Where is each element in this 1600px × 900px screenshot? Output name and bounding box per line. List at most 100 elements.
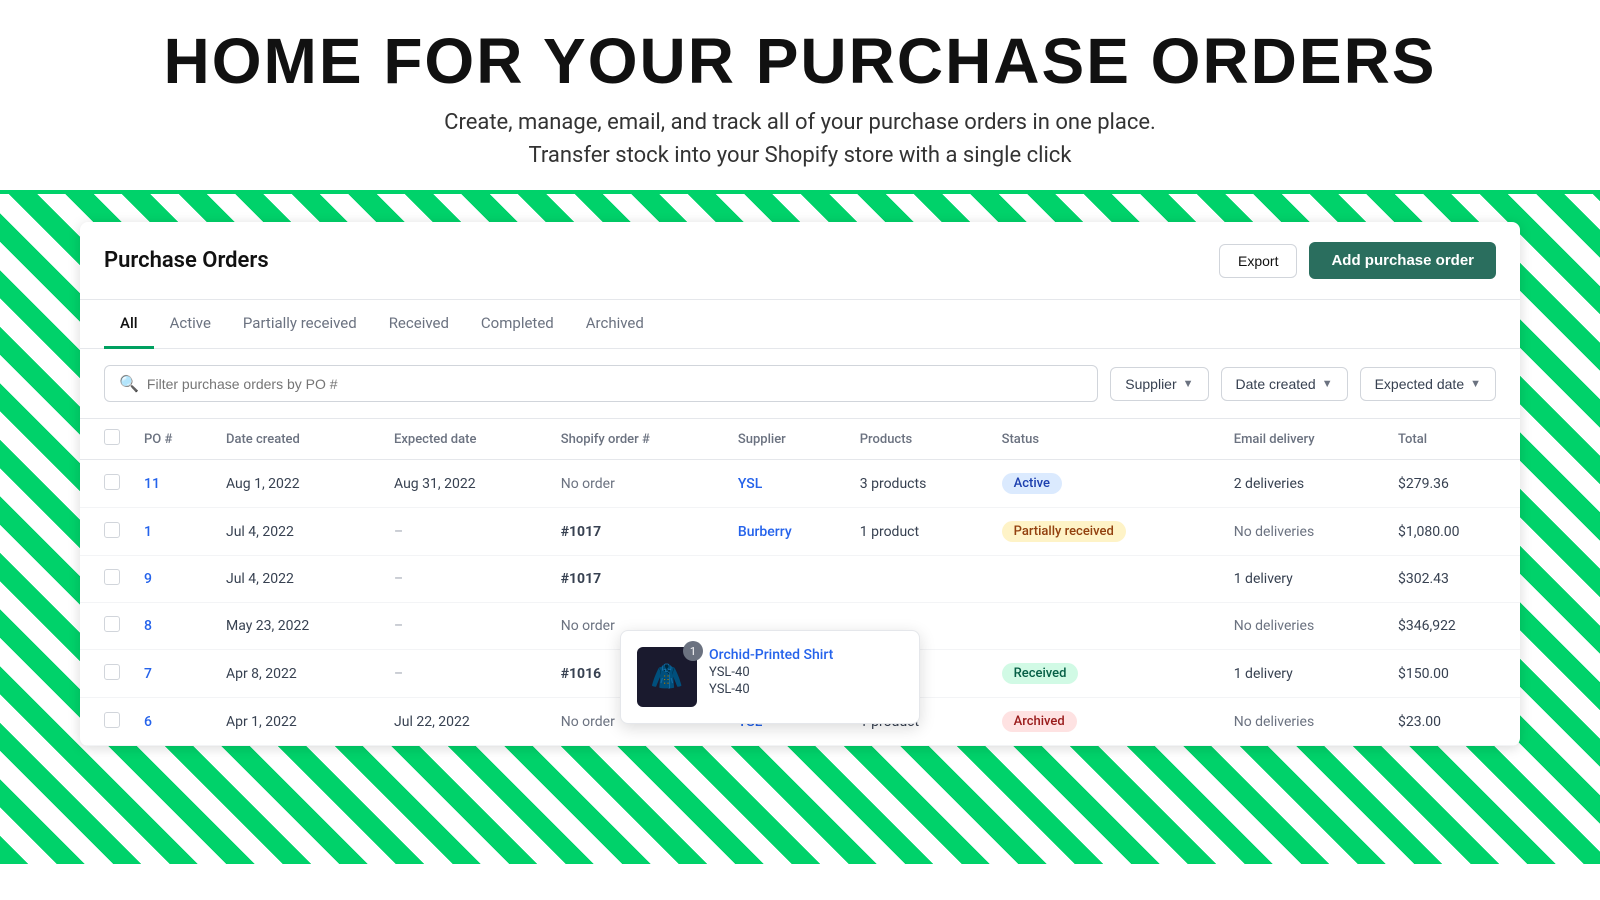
total-cell: $23.00 (1386, 698, 1520, 746)
total-cell: $279.36 (1386, 460, 1520, 508)
product-info: Orchid-Printed Shirt YSL-40 YSL-40 (709, 647, 833, 697)
col-date-created: Date created (214, 419, 382, 460)
row-checkbox-0[interactable] (104, 474, 120, 490)
expected-date-cell: – (382, 603, 549, 650)
search-box: 🔍 (104, 365, 1098, 402)
select-all-checkbox[interactable] (104, 429, 120, 445)
product-variant-2: YSL-40 (709, 682, 833, 697)
col-status: Status (990, 419, 1222, 460)
date-created-filter-button[interactable]: Date created ▼ (1221, 367, 1348, 401)
status-cell: Partially received (990, 508, 1222, 556)
po-link-11[interactable]: 11 (144, 476, 160, 492)
status-cell (990, 556, 1222, 603)
total-cell: $346,922 (1386, 603, 1520, 650)
po-link-8[interactable]: 8 (144, 618, 152, 634)
products-cell: 3 products (848, 460, 990, 508)
banner: HOME FOR YOUR PURCHASE ORDERS Create, ma… (0, 0, 1600, 194)
row-checkbox-1[interactable] (104, 522, 120, 538)
date-created-cell: Apr 1, 2022 (214, 698, 382, 746)
search-icon: 🔍 (119, 374, 139, 393)
panel-title: Purchase Orders (104, 248, 269, 273)
expected-date-filter-button[interactable]: Expected date ▼ (1360, 367, 1496, 401)
expected-date-cell: Aug 31, 2022 (382, 460, 549, 508)
banner-title: HOME FOR YOUR PURCHASE ORDERS (0, 24, 1600, 98)
status-badge: Archived (1002, 711, 1077, 732)
date-created-chevron-icon: ▼ (1322, 378, 1333, 390)
date-created-cell: Aug 1, 2022 (214, 460, 382, 508)
po-link-6[interactable]: 6 (144, 714, 152, 730)
export-button[interactable]: Export (1219, 244, 1297, 278)
shopify-order-cell: #1017 (549, 556, 726, 603)
add-purchase-order-button[interactable]: Add purchase order (1309, 242, 1496, 279)
status-badge: Partially received (1002, 521, 1126, 542)
banner-subtitle: Create, manage, email, and track all of … (0, 106, 1600, 172)
email-delivery-cell: 1 delivery (1222, 650, 1386, 698)
main-wrapper: Purchase Orders Export Add purchase orde… (0, 194, 1600, 864)
products-cell (848, 556, 990, 603)
row-checkbox-5[interactable] (104, 712, 120, 728)
status-badge: Active (1002, 473, 1062, 494)
email-delivery-cell: 2 deliveries (1222, 460, 1386, 508)
status-cell: Active (990, 460, 1222, 508)
supplier-cell: YSL (726, 460, 848, 508)
supplier-link[interactable]: Burberry (738, 524, 792, 540)
row-checkbox-3[interactable] (104, 616, 120, 632)
total-cell: $150.00 (1386, 650, 1520, 698)
email-delivery-cell: No deliveries (1222, 508, 1386, 556)
panel-header: Purchase Orders Export Add purchase orde… (80, 222, 1520, 300)
product-name: Orchid-Printed Shirt (709, 647, 833, 663)
tab-archived[interactable]: Archived (570, 300, 660, 349)
shopify-order-cell: No order (549, 460, 726, 508)
date-created-cell: Apr 8, 2022 (214, 650, 382, 698)
supplier-link[interactable]: YSL (738, 476, 762, 492)
email-delivery-cell: 1 delivery (1222, 556, 1386, 603)
supplier-cell: Burberry (726, 508, 848, 556)
col-po: PO # (132, 419, 214, 460)
col-products: Products (848, 419, 990, 460)
col-email-delivery: Email delivery (1222, 419, 1386, 460)
product-variant-1: YSL-40 (709, 665, 833, 680)
table-row: 9Jul 4, 2022–#10171 delivery$302.43 (80, 556, 1520, 603)
product-image-wrap: 🧥 1 (637, 647, 697, 707)
col-shopify-order: Shopify order # (549, 419, 726, 460)
tab-received[interactable]: Received (373, 300, 465, 349)
col-expected-date: Expected date (382, 419, 549, 460)
tab-partially-received[interactable]: Partially received (227, 300, 373, 349)
tab-active[interactable]: Active (154, 300, 227, 349)
total-cell: $302.43 (1386, 556, 1520, 603)
date-created-cell: May 23, 2022 (214, 603, 382, 650)
search-input[interactable] (147, 376, 1083, 392)
table-row: 1 Jul 4, 2022–#1017 Burberry 1 product Parti… (80, 508, 1520, 556)
expected-date-cell: – (382, 508, 549, 556)
header-actions: Export Add purchase order (1219, 242, 1496, 279)
supplier-filter-button[interactable]: Supplier ▼ (1110, 367, 1208, 401)
table-row: 11 Aug 1, 2022Aug 31, 2022No order YSL 3 pr… (80, 460, 1520, 508)
supplier-chevron-icon: ▼ (1183, 378, 1194, 390)
po-link-7[interactable]: 7 (144, 666, 152, 682)
total-cell: $1,080.00 (1386, 508, 1520, 556)
status-cell (990, 603, 1222, 650)
po-link-9[interactable]: 9 (144, 571, 152, 587)
expected-date-cell: Jul 22, 2022 (382, 698, 549, 746)
products-cell: 1 product (848, 508, 990, 556)
row-checkbox-2[interactable] (104, 569, 120, 585)
col-total: Total (1386, 419, 1520, 460)
status-badge: Received (1002, 663, 1079, 684)
product-tooltip: 🧥 1 Orchid-Printed Shirt YSL-40 YSL-40 (620, 630, 920, 724)
tab-completed[interactable]: Completed (465, 300, 570, 349)
filters-row: 🔍 Supplier ▼ Date created ▼ Expected dat… (80, 349, 1520, 419)
expected-date-chevron-icon: ▼ (1470, 378, 1481, 390)
po-link-1[interactable]: 1 (144, 524, 152, 540)
status-cell: Archived (990, 698, 1222, 746)
status-cell: Received (990, 650, 1222, 698)
date-created-cell: Jul 4, 2022 (214, 508, 382, 556)
col-supplier: Supplier (726, 419, 848, 460)
email-delivery-cell: No deliveries (1222, 603, 1386, 650)
shopify-order-cell: #1017 (549, 508, 726, 556)
tooltip-product: 🧥 1 Orchid-Printed Shirt YSL-40 YSL-40 (637, 647, 903, 707)
row-checkbox-4[interactable] (104, 664, 120, 680)
email-delivery-cell: No deliveries (1222, 698, 1386, 746)
supplier-cell (726, 556, 848, 603)
tab-all[interactable]: All (104, 300, 154, 349)
expected-date-cell: – (382, 556, 549, 603)
